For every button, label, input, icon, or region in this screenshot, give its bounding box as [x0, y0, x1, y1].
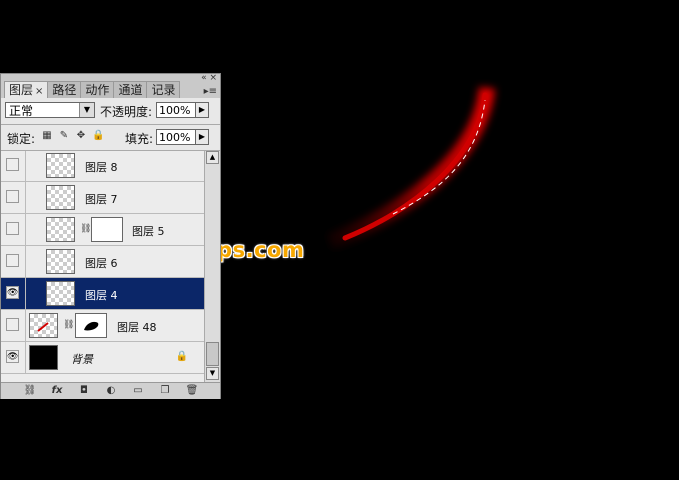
- layer-thumbnail: [46, 281, 75, 306]
- lock-transparency-icon[interactable]: ▦: [41, 130, 53, 142]
- layer-thumbnail: [29, 345, 58, 370]
- layers-panel: « × 图层 × 路径 动作 通道 记录 ▸≡ 正常 ▼ 不透明度: 100% ▶…: [0, 73, 221, 399]
- opacity-arrow-icon[interactable]: ▶: [195, 102, 209, 118]
- lock-icon: 🔒: [175, 351, 188, 362]
- window-buttons[interactable]: « ×: [201, 74, 217, 83]
- tab-channels[interactable]: 通道: [113, 81, 148, 98]
- eye-icon[interactable]: 👁: [6, 350, 19, 363]
- adjustment-layer-icon[interactable]: ◐: [104, 385, 118, 397]
- layer-row-48[interactable]: ⛓ 图层 48: [1, 310, 204, 342]
- lock-all-icon[interactable]: 🔒: [92, 130, 104, 142]
- layer-mask-thumbnail[interactable]: [75, 313, 107, 338]
- panel-tabs: 图层 × 路径 动作 通道 记录: [4, 81, 181, 98]
- layer-thumbnail: [46, 185, 75, 210]
- fill-label: 填充:: [125, 132, 154, 146]
- layer-mask-thumbnail[interactable]: [91, 217, 123, 242]
- add-mask-icon[interactable]: ◘: [77, 385, 91, 397]
- tab-actions[interactable]: 动作: [80, 81, 115, 98]
- red-stroke: [342, 92, 488, 241]
- lock-fill-row: 锁定: ▦ ✎ ✥ 🔒 填充: 100% ▶: [1, 125, 220, 151]
- layer-name: 图层 48: [117, 321, 157, 334]
- layer-row-6[interactable]: 图层 6: [1, 246, 204, 278]
- trash-icon[interactable]: 🗑: [185, 385, 199, 397]
- link-chain-icon[interactable]: ⛓: [80, 224, 91, 234]
- tab-history[interactable]: 记录: [146, 81, 181, 98]
- tab-paths[interactable]: 路径: [47, 81, 82, 98]
- opacity-input[interactable]: 100%: [156, 102, 196, 118]
- red-stroke-thumb-icon: [37, 322, 49, 332]
- layers-scrollbar[interactable]: ▲ ▼: [204, 151, 220, 382]
- scroll-thumb[interactable]: [206, 342, 219, 366]
- layers-list: 图层 8 图层 7 ⛓ 图层 5 图层 6 👁 图层 4 ⛓ 图层 48 👁 背…: [1, 151, 204, 382]
- eye-icon[interactable]: 👁: [6, 286, 19, 299]
- lock-label: 锁定:: [7, 132, 36, 146]
- tab-layers[interactable]: 图层 ×: [4, 81, 49, 98]
- visibility-toggle[interactable]: [6, 318, 19, 331]
- layer-thumbnail: [46, 153, 75, 178]
- visibility-toggle[interactable]: [6, 190, 19, 203]
- layer-row-4-selected[interactable]: 👁 图层 4: [1, 278, 204, 310]
- fill-arrow-icon[interactable]: ▶: [195, 129, 209, 145]
- layer-thumbnail: [46, 217, 75, 242]
- layer-thumbnail: [46, 249, 75, 274]
- blend-mode-select[interactable]: 正常 ▼: [5, 102, 95, 118]
- layer-name: 背景: [71, 353, 93, 366]
- visibility-toggle[interactable]: [6, 158, 19, 171]
- mask-shape-icon: [84, 321, 99, 331]
- layer-row-8[interactable]: 图层 8: [1, 151, 204, 182]
- layer-name: 图层 8: [85, 161, 118, 174]
- layer-name: 图层 5: [132, 225, 165, 238]
- layer-name: 图层 4: [85, 289, 118, 302]
- fill-input[interactable]: 100%: [156, 129, 196, 145]
- visibility-toggle[interactable]: [6, 222, 19, 235]
- layer-name: 图层 6: [85, 257, 118, 270]
- layer-row-background[interactable]: 👁 背景 🔒: [1, 342, 204, 374]
- close-icon[interactable]: ×: [35, 86, 43, 97]
- layer-row-7[interactable]: 图层 7: [1, 182, 204, 214]
- scroll-up-icon[interactable]: ▲: [206, 151, 219, 164]
- fx-icon[interactable]: fx: [50, 385, 64, 397]
- new-group-folder-icon[interactable]: ▭: [131, 385, 145, 397]
- new-layer-icon[interactable]: ❐: [158, 385, 172, 397]
- visibility-toggle[interactable]: [6, 254, 19, 267]
- layer-name: 图层 7: [85, 193, 118, 206]
- link-layers-icon[interactable]: ⛓: [23, 385, 37, 397]
- blend-opacity-row: 正常 ▼ 不透明度: 100% ▶: [1, 98, 220, 125]
- link-chain-icon[interactable]: ⛓: [63, 320, 74, 330]
- layer-thumbnail: [29, 313, 58, 338]
- panel-titlebar[interactable]: « × 图层 × 路径 动作 通道 记录 ▸≡: [1, 74, 220, 98]
- panel-bottom-bar: ⛓ fx ◘ ◐ ▭ ❐ 🗑: [1, 382, 220, 399]
- dropdown-arrow-icon: ▼: [79, 103, 94, 117]
- lock-image-brush-icon[interactable]: ✎: [58, 130, 70, 142]
- layer-row-5[interactable]: ⛓ 图层 5: [1, 214, 204, 246]
- red-glow-stroke: [327, 86, 495, 250]
- lock-position-move-icon[interactable]: ✥: [75, 130, 87, 142]
- scroll-down-icon[interactable]: ▼: [206, 367, 219, 380]
- opacity-label: 不透明度:: [100, 105, 153, 119]
- panel-menu-icon[interactable]: ▸≡: [204, 86, 217, 97]
